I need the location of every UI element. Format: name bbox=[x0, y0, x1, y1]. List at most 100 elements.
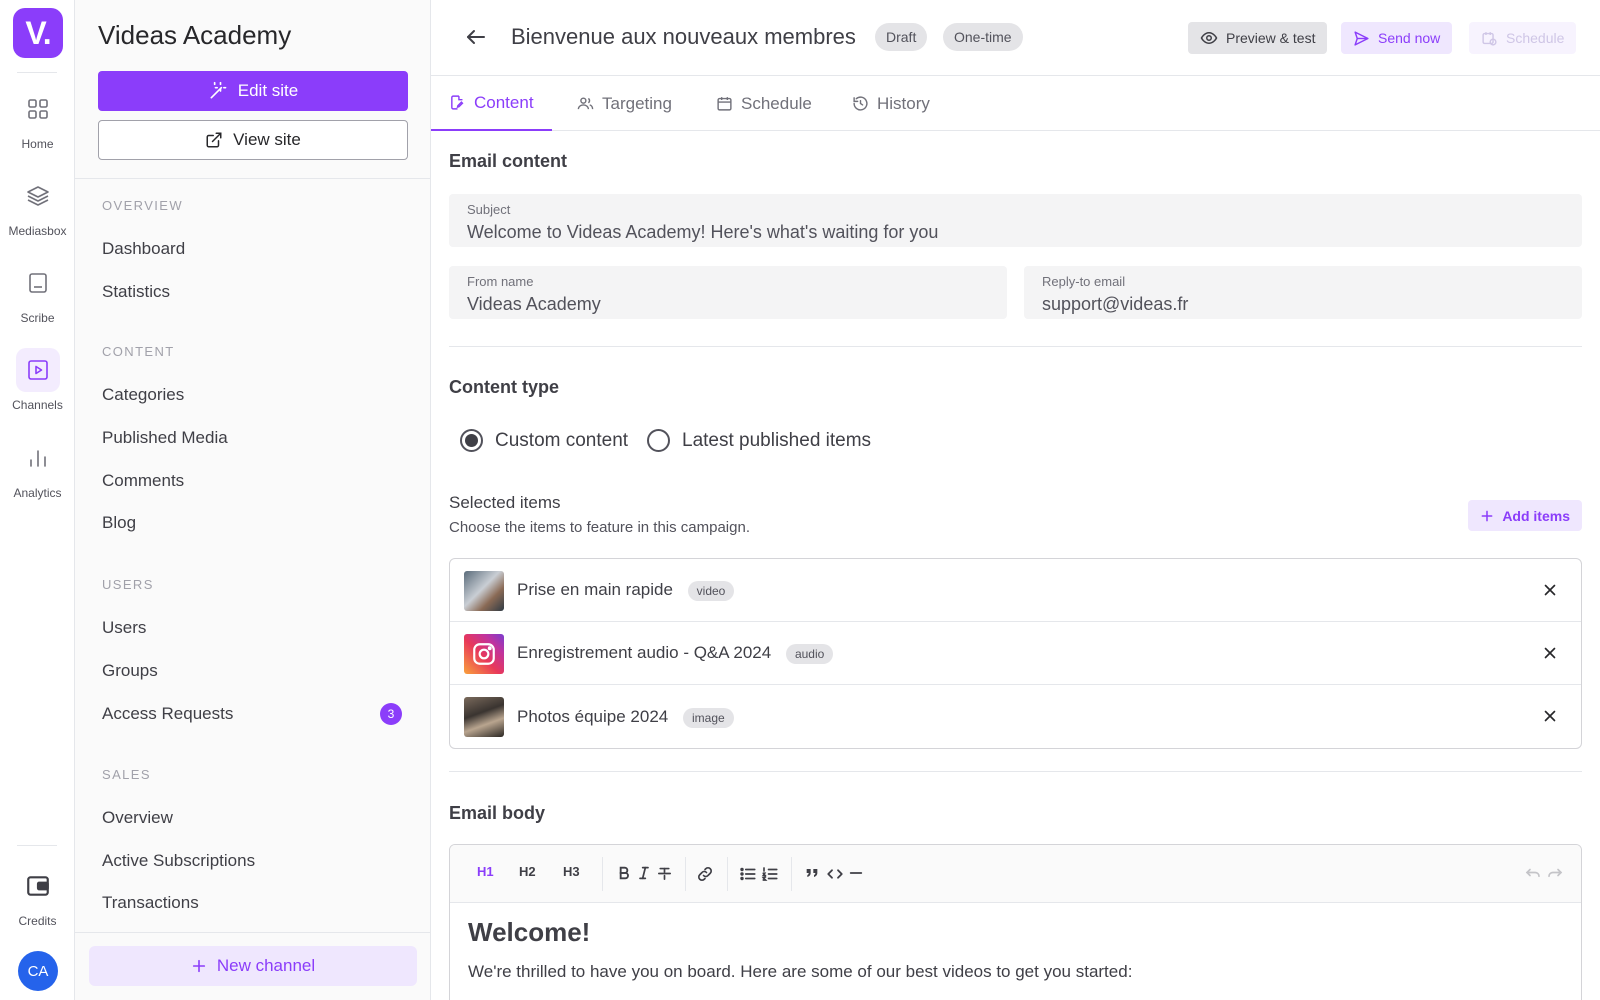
editor-body[interactable]: Welcome! We're thrilled to have you on b… bbox=[468, 917, 1132, 982]
heading-3-button[interactable]: H3 bbox=[563, 864, 580, 879]
send-now-button[interactable]: Send now bbox=[1341, 22, 1453, 54]
instagram-thumbnail bbox=[464, 634, 504, 674]
subject-field[interactable]: Subject Welcome to Videas Academy! Here'… bbox=[449, 194, 1582, 247]
heading-1-button[interactable]: H1 bbox=[477, 864, 494, 879]
rich-text-editor: H1 H2 H3 Welcome! We're thrilled to have… bbox=[449, 844, 1582, 1000]
sidebar-item-label: Access Requests bbox=[102, 704, 234, 723]
bold-icon bbox=[619, 866, 629, 880]
add-items-button[interactable]: Add items bbox=[1468, 500, 1582, 531]
item-title-row: Prise en main rapide video bbox=[517, 580, 735, 601]
sidebar-item-sales-overview[interactable]: Overview bbox=[102, 808, 402, 828]
tab-targeting[interactable]: Targeting bbox=[577, 76, 672, 131]
radio-custom-content[interactable]: Custom content bbox=[460, 429, 628, 452]
document-icon bbox=[16, 261, 60, 305]
sidebar-item-dashboard[interactable]: Dashboard bbox=[102, 239, 402, 259]
calendar-icon bbox=[717, 97, 732, 111]
quote-button[interactable] bbox=[804, 865, 820, 884]
list-item[interactable]: Prise en main rapide video bbox=[450, 559, 1581, 622]
page-header: Bienvenue aux nouveaux membres Draft One… bbox=[431, 0, 1600, 76]
rail-divider bbox=[17, 845, 57, 846]
item-title: Enregistrement audio - Q&A 2024 bbox=[517, 643, 772, 662]
video-thumbnail bbox=[464, 571, 504, 611]
from-name-value: Videas Academy bbox=[467, 294, 601, 314]
sidebar-item-statistics[interactable]: Statistics bbox=[102, 282, 402, 302]
new-channel-button[interactable]: New channel bbox=[89, 946, 417, 986]
sidebar-item-users[interactable]: Users bbox=[102, 618, 402, 638]
user-avatar[interactable]: CA bbox=[18, 951, 58, 991]
ordered-list-button[interactable] bbox=[761, 865, 779, 886]
send-now-label: Send now bbox=[1378, 30, 1441, 46]
remove-item-button[interactable] bbox=[1541, 644, 1559, 667]
preview-test-button[interactable]: Preview & test bbox=[1188, 22, 1328, 54]
item-title: Prise en main rapide bbox=[517, 580, 673, 599]
rail-item-credits[interactable]: Credits bbox=[0, 864, 75, 928]
selected-items-list: Prise en main rapide video Enregistremen… bbox=[449, 558, 1582, 749]
link-button[interactable] bbox=[696, 865, 714, 886]
italic-button[interactable] bbox=[636, 865, 652, 884]
remove-item-button[interactable] bbox=[1541, 707, 1559, 730]
sidebar-item-comments[interactable]: Comments bbox=[102, 471, 402, 491]
rail-label: Channels bbox=[12, 398, 63, 412]
access-requests-badge: 3 bbox=[380, 703, 402, 725]
undo-icon bbox=[1525, 868, 1540, 878]
rail-item-channels[interactable]: Channels bbox=[0, 348, 75, 412]
redo-button[interactable] bbox=[1546, 865, 1564, 886]
section-label-users: USERS bbox=[102, 577, 154, 592]
radio-latest-items[interactable]: Latest published items bbox=[647, 429, 871, 452]
bullet-list-button[interactable] bbox=[739, 865, 757, 886]
close-icon bbox=[1544, 647, 1556, 659]
edit-site-button[interactable]: Edit site bbox=[98, 71, 408, 111]
list-item[interactable]: Photos équipe 2024 image bbox=[450, 685, 1581, 748]
subject-value: Welcome to Videas Academy! Here's what's… bbox=[467, 222, 939, 242]
back-button[interactable] bbox=[464, 25, 488, 54]
undo-button[interactable] bbox=[1524, 865, 1542, 886]
tab-label: Content bbox=[474, 92, 534, 112]
editor-heading: Welcome! bbox=[468, 917, 591, 947]
calendar-clock-icon bbox=[1482, 31, 1497, 46]
edit-document-icon bbox=[451, 95, 464, 110]
reply-to-value: support@videas.fr bbox=[1042, 294, 1189, 314]
from-name-field[interactable]: From name Videas Academy bbox=[449, 266, 1007, 319]
view-site-label: View site bbox=[233, 130, 301, 149]
sidebar-item-transactions[interactable]: Transactions bbox=[102, 893, 402, 913]
tab-content[interactable]: Content bbox=[431, 76, 552, 131]
bold-button[interactable] bbox=[616, 865, 632, 884]
arrow-left-icon bbox=[467, 30, 485, 44]
tab-label: Targeting bbox=[602, 93, 672, 113]
rail-item-analytics[interactable]: Analytics bbox=[0, 436, 75, 500]
sidebar-item-access-requests[interactable]: Access Requests 3 bbox=[102, 703, 402, 725]
list-item[interactable]: Enregistrement audio - Q&A 2024 audio bbox=[450, 622, 1581, 685]
radio-label: Latest published items bbox=[682, 429, 872, 451]
remove-item-button[interactable] bbox=[1541, 581, 1559, 604]
code-button[interactable] bbox=[826, 865, 844, 886]
from-name-label: From name bbox=[467, 274, 534, 289]
reply-to-field[interactable]: Reply-to email support@videas.fr bbox=[1024, 266, 1582, 319]
toolbar-divider bbox=[602, 857, 603, 891]
app-rail: V. Home Mediasbox Scribe Channels Analyt… bbox=[0, 0, 75, 1000]
section-label-sales: SALES bbox=[102, 767, 151, 782]
strikethrough-button[interactable] bbox=[656, 865, 673, 885]
sidebar-item-categories[interactable]: Categories bbox=[102, 385, 402, 405]
tab-schedule[interactable]: Schedule bbox=[716, 76, 812, 131]
ordered-list-icon bbox=[761, 867, 778, 881]
sidebar-item-groups[interactable]: Groups bbox=[102, 661, 402, 681]
rail-item-scribe[interactable]: Scribe bbox=[0, 261, 75, 325]
horizontal-rule-button[interactable] bbox=[848, 865, 864, 884]
tab-history[interactable]: History bbox=[852, 76, 930, 131]
app-logo[interactable]: V. bbox=[13, 8, 63, 58]
code-icon bbox=[827, 869, 843, 879]
item-title-row: Enregistrement audio - Q&A 2024 audio bbox=[517, 643, 834, 664]
add-items-label: Add items bbox=[1502, 507, 1570, 524]
toolbar-divider bbox=[685, 857, 686, 891]
schedule-button[interactable]: Schedule bbox=[1469, 22, 1577, 54]
sidebar-item-blog[interactable]: Blog bbox=[102, 513, 402, 533]
view-site-button[interactable]: View site bbox=[98, 120, 408, 160]
editor-paragraph: We're thrilled to have you on board. Her… bbox=[468, 962, 1133, 981]
rail-item-home[interactable]: Home bbox=[0, 87, 75, 151]
heading-2-button[interactable]: H2 bbox=[519, 864, 536, 879]
new-channel-label: New channel bbox=[216, 956, 316, 975]
sidebar-item-published-media[interactable]: Published Media bbox=[102, 428, 402, 448]
sidebar-item-active-subscriptions[interactable]: Active Subscriptions bbox=[102, 851, 402, 871]
rail-item-mediasbox[interactable]: Mediasbox bbox=[0, 174, 75, 238]
layers-icon bbox=[16, 174, 60, 218]
